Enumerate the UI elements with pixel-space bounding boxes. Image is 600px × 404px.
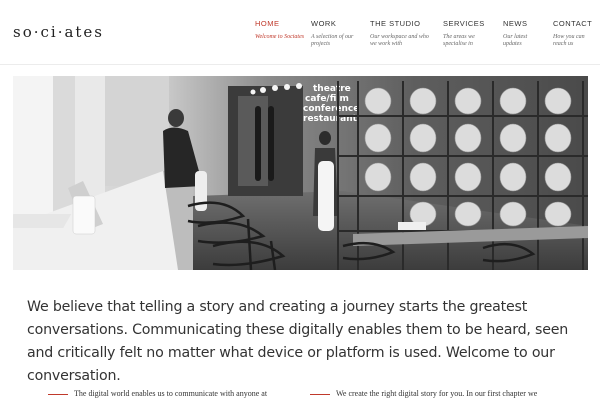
accent-dash bbox=[48, 393, 68, 395]
nav-item-the-studio[interactable]: THE STUDIO Our workspace and who we work… bbox=[370, 19, 432, 48]
sign-line-1: theatre bbox=[313, 84, 351, 94]
nav-sub: A selection of our projects bbox=[311, 34, 354, 47]
content-column-1: The digital world enables us to communic… bbox=[48, 389, 267, 398]
nav-sub: The areas we specialise in bbox=[443, 34, 475, 47]
intro-paragraph: We believe that telling a story and crea… bbox=[27, 299, 569, 384]
content-column-2: We create the right digital story for yo… bbox=[310, 389, 537, 398]
nav-item-contact[interactable]: CONTACT How you can reach us bbox=[553, 19, 593, 48]
column-text: We create the right digital story for yo… bbox=[336, 389, 538, 398]
main-nav: HOME Welcome to Sociates WORK A selectio… bbox=[0, 19, 600, 59]
accent-dash bbox=[310, 393, 330, 395]
nav-label: CONTACT bbox=[553, 19, 593, 28]
nav-item-services[interactable]: SERVICES The areas we specialise in bbox=[443, 19, 485, 48]
nav-sub: Welcome to Sociates bbox=[255, 34, 305, 40]
nav-sub: Our latest updates bbox=[503, 34, 528, 47]
nav-item-home[interactable]: HOME Welcome to Sociates bbox=[255, 19, 313, 41]
nav-label: NEWS bbox=[503, 19, 528, 28]
header-divider bbox=[0, 64, 600, 65]
nav-label: HOME bbox=[255, 19, 280, 28]
column-text: The digital world enables us to communic… bbox=[74, 389, 268, 398]
nav-item-news[interactable]: NEWS Our latest updates bbox=[503, 19, 533, 48]
nav-sub: Our workspace and who we work with bbox=[370, 34, 429, 47]
sign-line-3: conference bbox=[303, 104, 359, 114]
nav-label: SERVICES bbox=[443, 19, 485, 28]
hero-image: theatre cafe/film conference restaurant bbox=[13, 76, 588, 270]
sign-line-2: cafe/film bbox=[305, 94, 349, 104]
nav-item-work[interactable]: WORK A selection of our projects bbox=[311, 19, 369, 48]
nav-sub: How you can reach us bbox=[553, 34, 585, 47]
nav-label: THE STUDIO bbox=[370, 19, 421, 28]
nav-label: WORK bbox=[311, 19, 337, 28]
